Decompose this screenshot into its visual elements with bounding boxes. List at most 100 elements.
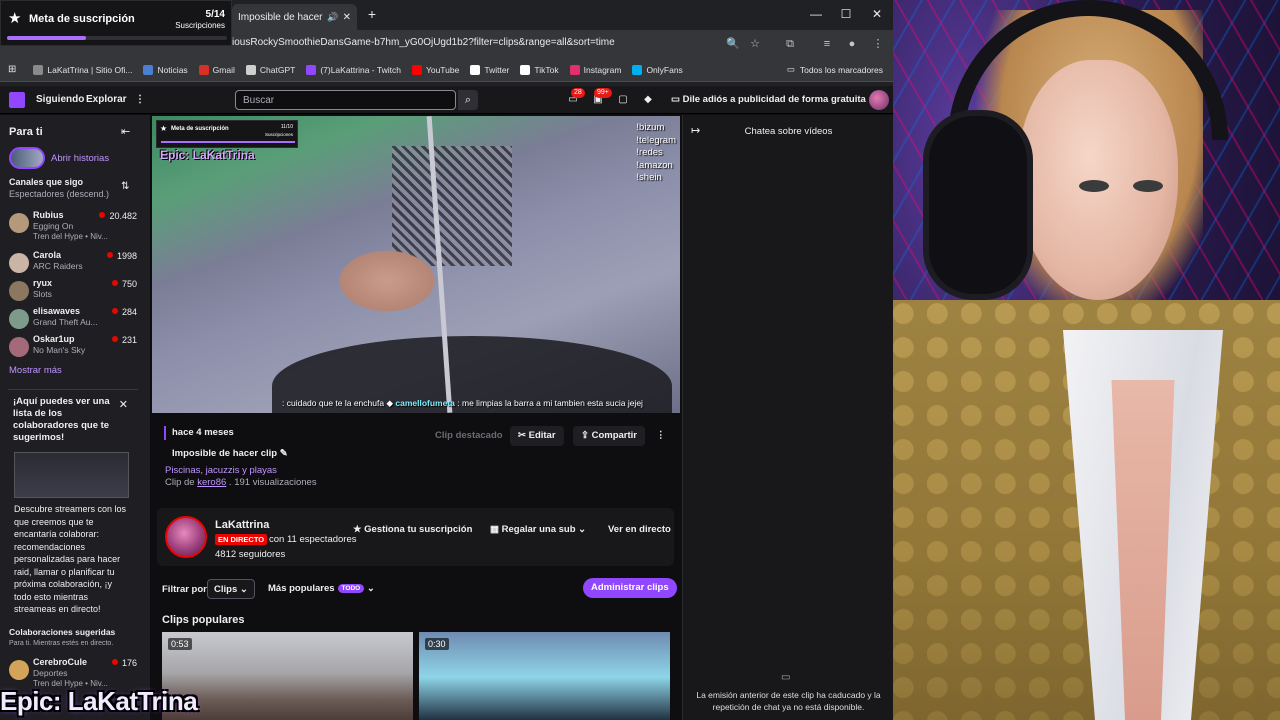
media-icon[interactable]: ≡ <box>819 36 835 52</box>
edit-button[interactable]: ✂ Editar <box>510 426 564 446</box>
all-bookmarks[interactable]: ▭ Todos los marcadores <box>787 64 883 75</box>
scissors-icon: ✂ <box>518 430 529 441</box>
sidebar-channel-rubius[interactable]: Rubius Egging On Tren del Hype • Niv... … <box>9 210 137 241</box>
url-field[interactable]: iousRockySmoothieDansGame-b7hm_yG0OjUgd1… <box>232 37 615 48</box>
main-content: ★ Meta de suscripción 11/10 Suscripcione… <box>150 115 682 720</box>
bookmark-8[interactable]: Instagram <box>569 64 621 75</box>
featured-clip-button[interactable]: Clip destacado <box>427 426 511 446</box>
search-button[interactable]: ⌕ <box>458 90 478 110</box>
whispers-icon[interactable]: ▢ <box>616 94 630 107</box>
stories-button[interactable]: Abrir historias <box>9 147 109 169</box>
clip-duration: 0:30 <box>425 638 449 650</box>
show-more-link[interactable]: Mostrar más <box>9 365 62 376</box>
chevron-down-icon: ⌄ <box>364 583 375 594</box>
chat-panel: ↦ Chatea sobre vídeos ▭ La emisión anter… <box>682 115 893 720</box>
sub-goal-bar <box>7 36 227 40</box>
bookmark-4[interactable]: (7)LaKattrina - Twitch <box>306 64 401 75</box>
sidebar-channel-oskar1up[interactable]: Oskar1up No Man's Sky 231 <box>9 334 137 362</box>
bookmark-7[interactable]: TikTok <box>520 64 559 75</box>
avatar <box>9 337 29 357</box>
bookmark-favicon-icon <box>143 64 154 75</box>
ad-free-button[interactable]: ▭ Dile adiós a publicidad de forma gratu… <box>671 94 866 105</box>
more-options-icon[interactable]: ⋮ <box>648 426 674 446</box>
clip-thumbnail[interactable]: 0:30 <box>419 632 670 720</box>
promo-text: Descubre streamers con los que creemos q… <box>14 504 127 614</box>
zoom-icon[interactable]: 🔍 <box>725 36 741 52</box>
search-input[interactable]: Buscar <box>235 90 456 110</box>
channel-avatar[interactable] <box>165 516 207 558</box>
star-icon: ★ <box>353 524 365 535</box>
clip-category-link[interactable]: Piscinas, jacuzzis y playas <box>165 465 277 476</box>
chat-title: Chatea sobre vídeos <box>744 126 833 137</box>
twitch-logo-icon[interactable] <box>9 92 25 108</box>
suggested-sub: Para ti. Mientras estés en directo. <box>9 640 114 647</box>
sort-select[interactable]: Más populares TODO ⌄ <box>262 579 381 599</box>
follower-count: 4812 seguidores <box>215 549 286 560</box>
menu-icon[interactable]: ⋮ <box>870 36 886 52</box>
stories-avatar <box>9 147 45 169</box>
clip-by: Clip de kero86 . 191 visualizaciones <box>165 477 317 488</box>
filter-select[interactable]: Clips ⌄ <box>207 579 255 599</box>
bookmark-favicon-icon <box>569 64 580 75</box>
viewer-count: 176 <box>112 658 137 668</box>
minimize-icon[interactable]: — <box>806 6 826 22</box>
star-icon: ★ <box>160 124 168 133</box>
bookmark-favicon-icon <box>520 64 531 75</box>
tab-title: Imposible de hacer cl <box>238 11 324 23</box>
sidebar-channel-elisawaves[interactable]: elisawaves Grand Theft Au... 284 <box>9 306 137 334</box>
bookmark-0[interactable]: LaKatTrina | Sitio Ofi... <box>33 64 132 75</box>
stream-chat-overlay: : cuidado que te la enchufa ◆ camellofum… <box>282 398 643 408</box>
new-tab-button[interactable]: + <box>364 6 380 22</box>
maximize-icon[interactable]: ☐ <box>836 6 856 22</box>
watch-live-button[interactable]: Ver en directo <box>600 520 679 540</box>
epic-brand-overlay: Epic: LaKatTrina <box>0 686 198 716</box>
sort-icon[interactable]: ⇅ <box>121 181 129 192</box>
bookmark-1[interactable]: Noticias <box>143 64 188 75</box>
twitch-top-nav: Siguiendo Explorar ⋮ Buscar ⌕ ▭ 28 ▣ 99+… <box>0 86 893 114</box>
nav-explore[interactable]: Explorar <box>86 94 127 105</box>
manage-sub-button[interactable]: ★ Gestiona tu suscripción <box>345 520 480 540</box>
clipper-link[interactable]: kero86 <box>197 477 226 488</box>
sidebar-channel-carola[interactable]: Carola ARC Raiders 1998 <box>9 250 137 278</box>
sub-goal-fill <box>7 36 86 40</box>
user-avatar[interactable] <box>869 90 889 110</box>
nav-following[interactable]: Siguiendo <box>36 94 84 105</box>
headset-earcup <box>923 110 1033 300</box>
collapse-sidebar-icon[interactable]: ⇤ <box>121 125 130 138</box>
profile-icon[interactable]: ● <box>844 36 860 52</box>
audio-icon[interactable]: 🔊 <box>327 12 338 23</box>
close-promo-icon[interactable]: ✕ <box>119 398 128 411</box>
bookmark-3[interactable]: ChatGPT <box>245 64 295 75</box>
clip-player[interactable]: ★ Meta de suscripción 11/10 Suscripcione… <box>152 116 680 413</box>
share-button[interactable]: ⇪ Compartir <box>573 426 646 446</box>
close-window-icon[interactable]: ✕ <box>867 6 887 22</box>
folder-icon: ▭ <box>786 64 795 74</box>
bookmark-6[interactable]: Twitter <box>470 64 509 75</box>
pencil-icon[interactable]: ✎ <box>280 448 288 459</box>
channel-card: LaKattrina EN DIRECTO con 11 espectadore… <box>157 508 674 566</box>
close-tab-icon[interactable]: ✕ <box>343 12 351 23</box>
bookmark-2[interactable]: Gmail <box>198 64 235 75</box>
avatar <box>9 309 29 329</box>
extensions-icon[interactable]: ⧉ <box>782 36 798 52</box>
apps-icon[interactable]: ⊞ <box>8 64 16 75</box>
bookmark-9[interactable]: OnlyFans <box>632 64 683 75</box>
chat-unavailable-message: La emisión anterior de este clip ha cadu… <box>696 690 881 712</box>
manage-clips-button[interactable]: Administrar clips <box>583 578 677 598</box>
bookmark-star-icon[interactable]: ☆ <box>747 36 763 52</box>
more-icon[interactable]: ⋮ <box>135 94 145 105</box>
browser-tab[interactable]: Imposible de hacer cl 🔊 ✕ <box>232 4 357 30</box>
sub-goal-label: Suscripciones <box>175 21 225 30</box>
bookmark-favicon-icon <box>33 64 44 75</box>
clip-thumbnail[interactable]: 0:53 <box>162 632 413 720</box>
bookmark-5[interactable]: YouTube <box>411 64 459 75</box>
gift-sub-button[interactable]: ▦ Regalar una sub ⌄ <box>482 520 594 540</box>
bits-icon[interactable]: ◆ <box>641 94 655 107</box>
filter-label: Filtrar por <box>162 584 207 595</box>
chat-unavailable-icon: ▭ <box>781 672 791 683</box>
clip-meta-accent <box>164 426 166 440</box>
sidebar-channel-cerebrocule[interactable]: CerebroCule Deportes Tren del Hype • Niv… <box>9 657 137 688</box>
channel-name[interactable]: LaKattrina <box>215 519 269 531</box>
sidebar-channel-ryux[interactable]: ryux Slots 750 <box>9 278 137 306</box>
avatar <box>9 213 29 233</box>
